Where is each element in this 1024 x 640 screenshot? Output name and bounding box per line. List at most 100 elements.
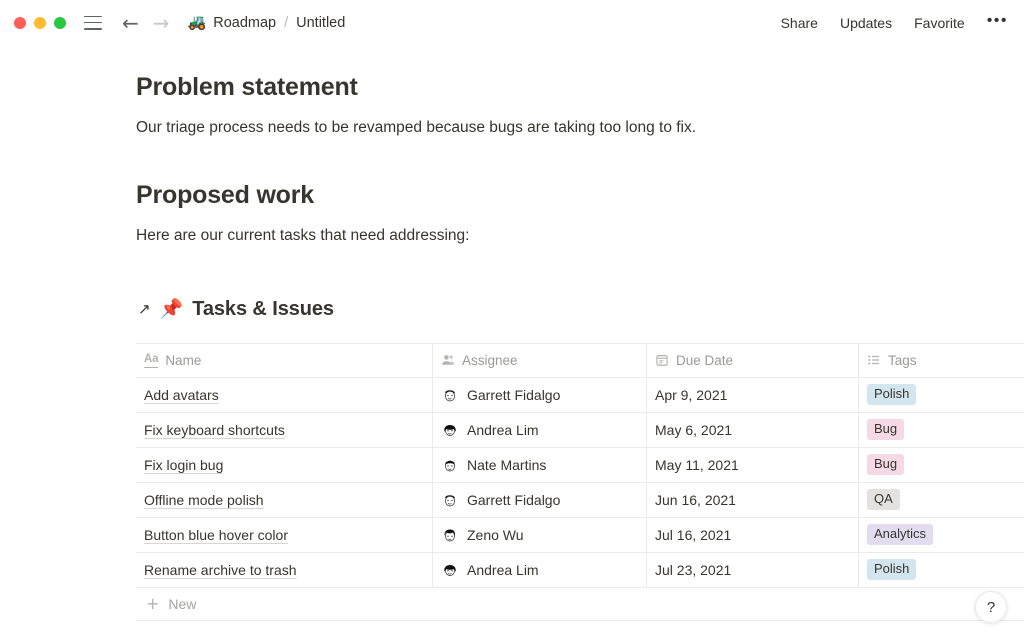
table-row[interactable]: Fix login bug Nate Martins May 11, 2021 Bug <box>136 448 1024 483</box>
share-button[interactable]: Share <box>781 15 818 31</box>
column-header-assignee[interactable]: Assignee <box>433 344 647 377</box>
topbar-actions: Share Updates Favorite ••• <box>781 13 1008 33</box>
window-titlebar: ← → 🚜 Roadmap / Untitled Share Updates F… <box>0 0 1024 45</box>
proposed-work-text: Here are our current tasks that need add… <box>136 224 1024 247</box>
forward-arrow-icon[interactable]: → <box>153 13 170 33</box>
cell-assignee[interactable]: Nate Martins <box>433 448 647 482</box>
task-name-link[interactable]: Fix keyboard shortcuts <box>144 422 285 438</box>
cell-due-date[interactable]: Jun 16, 2021 <box>647 483 859 517</box>
database-header: ↗ 📌 Tasks & Issues <box>138 298 1024 321</box>
cell-tags[interactable]: QA <box>859 483 1024 517</box>
breadcrumb-separator: / <box>283 15 289 31</box>
assignee: Nate Martins <box>441 456 546 474</box>
column-header-name[interactable]: Aa Name <box>136 344 433 377</box>
cell-name[interactable]: Offline mode polish <box>136 483 433 517</box>
cell-due-date[interactable]: Apr 9, 2021 <box>647 378 859 412</box>
assignee: Andrea Lim <box>441 421 539 439</box>
breadcrumb-parent[interactable]: Roadmap <box>213 15 276 31</box>
assignee-name: Andrea Lim <box>467 562 539 578</box>
cell-name[interactable]: Rename archive to trash <box>136 553 433 587</box>
hamburger-menu-icon[interactable] <box>84 16 102 30</box>
table-row[interactable]: Button blue hover color Zeno Wu Jul 16, 20… <box>136 518 1024 553</box>
avatar <box>441 456 459 474</box>
cell-due-date[interactable]: Jul 23, 2021 <box>647 553 859 587</box>
cell-assignee[interactable]: Andrea Lim <box>433 553 647 587</box>
task-name-link[interactable]: Fix login bug <box>144 457 223 473</box>
plus-icon: + <box>146 596 159 612</box>
problem-statement-heading: Problem statement <box>136 73 1024 102</box>
task-name-link[interactable]: Button blue hover color <box>144 527 288 543</box>
due-date-value: Jun 16, 2021 <box>655 492 736 508</box>
column-header-label: Assignee <box>462 353 518 368</box>
cell-name[interactable]: Fix login bug <box>136 448 433 482</box>
task-name-link[interactable]: Add avatars <box>144 387 219 403</box>
database-title[interactable]: Tasks & Issues <box>192 298 334 321</box>
cell-tags[interactable]: Analytics <box>859 518 1024 552</box>
new-row-label: New <box>168 596 196 612</box>
back-arrow-icon[interactable]: ← <box>122 13 139 33</box>
cell-tags[interactable]: Bug <box>859 413 1024 447</box>
table-header-row: Aa Name Assignee Due Date Tags <box>136 344 1024 378</box>
task-name-link[interactable]: Rename archive to trash <box>144 562 297 578</box>
close-window-button[interactable] <box>14 17 26 29</box>
table-row[interactable]: Fix keyboard shortcuts Andrea Lim May 6, 2… <box>136 413 1024 448</box>
assignee: Garrett Fidalgo <box>441 386 560 404</box>
assignee-name: Garrett Fidalgo <box>467 387 560 403</box>
cell-tags[interactable]: Polish <box>859 378 1024 412</box>
column-header-due-date[interactable]: Due Date <box>647 344 859 377</box>
due-date-value: Jul 23, 2021 <box>655 562 731 578</box>
avatar <box>441 526 459 544</box>
cell-due-date[interactable]: May 6, 2021 <box>647 413 859 447</box>
assignee-name: Andrea Lim <box>467 422 539 438</box>
cell-assignee[interactable]: Garrett Fidalgo <box>433 483 647 517</box>
breadcrumb: 🚜 Roadmap / Untitled <box>188 15 346 31</box>
cell-assignee[interactable]: Garrett Fidalgo <box>433 378 647 412</box>
table-row[interactable]: Add avatars Garrett Fidalgo Apr 9, 2021 Pol… <box>136 378 1024 413</box>
tag-badge[interactable]: Analytics <box>867 524 933 545</box>
table-row[interactable]: Rename archive to trash Andrea Lim Jul 23,… <box>136 553 1024 588</box>
text-icon: Aa <box>144 352 158 367</box>
favorite-button[interactable]: Favorite <box>914 15 965 31</box>
cell-due-date[interactable]: May 11, 2021 <box>647 448 859 482</box>
more-options-icon[interactable]: ••• <box>987 13 1008 33</box>
assignee: Zeno Wu <box>441 526 524 544</box>
task-name-link[interactable]: Offline mode polish <box>144 492 264 508</box>
calendar-icon <box>655 353 669 367</box>
table-row[interactable]: Offline mode polish Garrett Fidalgo Jun 16… <box>136 483 1024 518</box>
assignee: Garrett Fidalgo <box>441 491 560 509</box>
avatar <box>441 561 459 579</box>
assignee-name: Garrett Fidalgo <box>467 492 560 508</box>
avatar <box>441 386 459 404</box>
updates-button[interactable]: Updates <box>840 15 892 31</box>
breadcrumb-current-page[interactable]: Untitled <box>296 15 345 31</box>
column-header-tags[interactable]: Tags <box>859 344 1024 377</box>
tag-badge[interactable]: Polish <box>867 384 916 405</box>
arrow-up-right-icon[interactable]: ↗ <box>138 302 151 317</box>
cell-tags[interactable]: Bug <box>859 448 1024 482</box>
new-row-button[interactable]: + New <box>136 588 1024 621</box>
minimize-window-button[interactable] <box>34 17 46 29</box>
assignee-name: Zeno Wu <box>467 527 524 543</box>
list-icon <box>867 353 881 367</box>
tag-badge[interactable]: Bug <box>867 454 904 475</box>
due-date-value: May 11, 2021 <box>655 457 739 473</box>
help-button[interactable]: ? <box>975 591 1007 623</box>
cell-due-date[interactable]: Jul 16, 2021 <box>647 518 859 552</box>
cell-name[interactable]: Button blue hover color <box>136 518 433 552</box>
cell-assignee[interactable]: Zeno Wu <box>433 518 647 552</box>
navigation-arrows: ← → <box>122 13 170 33</box>
tag-badge[interactable]: Polish <box>867 559 916 580</box>
cell-name[interactable]: Add avatars <box>136 378 433 412</box>
maximize-window-button[interactable] <box>54 17 66 29</box>
tag-badge[interactable]: QA <box>867 489 900 510</box>
traffic-lights <box>14 17 66 29</box>
tag-badge[interactable]: Bug <box>867 419 904 440</box>
cell-name[interactable]: Fix keyboard shortcuts <box>136 413 433 447</box>
cell-assignee[interactable]: Andrea Lim <box>433 413 647 447</box>
column-header-label: Tags <box>888 353 917 368</box>
pushpin-icon: 📌 <box>160 300 184 319</box>
due-date-value: Apr 9, 2021 <box>655 387 727 403</box>
hamburger-line <box>84 28 102 30</box>
assignee-name: Nate Martins <box>467 457 546 473</box>
cell-tags[interactable]: Polish <box>859 553 1024 587</box>
